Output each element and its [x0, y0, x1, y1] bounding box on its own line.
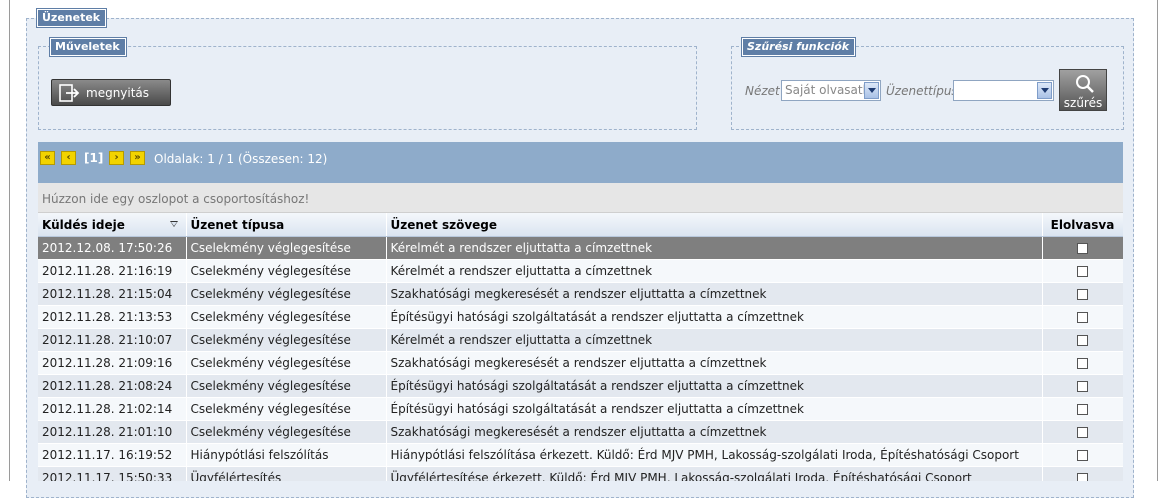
- cell-sent-time: 2012.11.28. 21:08:24: [38, 374, 187, 398]
- read-checkbox[interactable]: [1077, 427, 1088, 438]
- cell-sent-time: 2012.11.28. 21:02:14: [38, 397, 187, 421]
- cell-message-text: Szakhatósági megkeresését a rendszer elj…: [386, 282, 1043, 306]
- cell-read: [1042, 259, 1123, 283]
- cell-message-text: Ügyfélértesítése érkezett. Küldő: Érd MJ…: [386, 466, 1043, 481]
- cell-read: [1042, 351, 1123, 375]
- cell-message-text: Kérelmét a rendszer eljuttatta a címzett…: [386, 236, 1043, 260]
- sort-descending-icon[interactable]: [169, 221, 178, 227]
- cell-read: [1042, 328, 1123, 352]
- cell-message-type: Cselekmény véglegesítése: [186, 305, 387, 329]
- messages-table: Küldés ideje Üzenet típusa Üzenet szöveg…: [38, 213, 1123, 481]
- cell-sent-time: 2012.11.28. 21:13:53: [38, 305, 187, 329]
- column-header-sent-time[interactable]: Küldés ideje: [38, 213, 187, 237]
- cell-sent-time: 2012.11.28. 21:16:19: [38, 259, 187, 283]
- column-header-message-text[interactable]: Üzenet szövege: [386, 213, 1043, 237]
- filter-legend: Szűrési funkciók: [742, 38, 856, 56]
- read-checkbox[interactable]: [1077, 266, 1088, 277]
- cell-sent-time: 2012.11.28. 21:09:16: [38, 351, 187, 375]
- pager-bar: « ‹ [1] › » Oldalak: 1 / 1 (Összesen: 12…: [38, 142, 1123, 183]
- cell-message-type: Cselekmény véglegesítése: [186, 282, 387, 306]
- view-select-value: Saját olvasatl: [785, 83, 866, 97]
- cell-message-text: Kérelmét a rendszer eljuttatta a címzett…: [386, 328, 1043, 352]
- cell-message-text: Hiánypótlási felszólítása érkezett. Küld…: [386, 443, 1043, 467]
- table-row[interactable]: 2012.11.28. 21:13:53 Cselekmény végleges…: [38, 305, 1123, 329]
- cell-message-text: Építésügyi hatósági szolgáltatását a ren…: [386, 397, 1043, 421]
- read-checkbox[interactable]: [1077, 358, 1088, 369]
- read-checkbox[interactable]: [1077, 312, 1088, 323]
- cell-message-type: Cselekmény véglegesítése: [186, 259, 387, 283]
- filter-button-label: szűrés: [1063, 96, 1103, 110]
- read-checkbox[interactable]: [1077, 381, 1088, 392]
- cell-message-type: Cselekmény véglegesítése: [186, 420, 387, 444]
- cell-sent-time: 2012.12.08. 17:50:26: [38, 236, 187, 260]
- cell-read: [1042, 420, 1123, 444]
- chevron-down-icon[interactable]: [1037, 82, 1052, 99]
- filter-button[interactable]: szűrés: [1059, 69, 1107, 111]
- column-header-message-type[interactable]: Üzenet típusa: [186, 213, 387, 237]
- pager-info: Oldalak: 1 / 1 (Összesen: 12): [154, 152, 328, 166]
- open-document-icon: [59, 83, 80, 102]
- column-header-read[interactable]: Elolvasva: [1042, 213, 1123, 237]
- magnifier-icon: [1076, 75, 1094, 93]
- cell-message-type: Cselekmény véglegesítése: [186, 328, 387, 352]
- cell-sent-time: 2012.11.28. 21:15:04: [38, 282, 187, 306]
- table-row[interactable]: 2012.11.28. 21:15:04 Cselekmény végleges…: [38, 282, 1123, 306]
- table-row[interactable]: 2012.11.28. 21:01:10 Cselekmény végleges…: [38, 420, 1123, 444]
- table-row[interactable]: 2012.11.28. 21:16:19 Cselekmény végleges…: [38, 259, 1123, 283]
- open-button[interactable]: megnyitás: [51, 79, 171, 106]
- prev-page-button[interactable]: ‹: [61, 151, 76, 165]
- cell-message-text: Építésügyi hatósági szolgáltatását a ren…: [386, 305, 1043, 329]
- cell-sent-time: 2012.11.28. 21:01:10: [38, 420, 187, 444]
- table-row[interactable]: 2012.11.28. 21:10:07 Cselekmény végleges…: [38, 328, 1123, 352]
- cell-message-text: Szakhatósági megkeresését a rendszer elj…: [386, 420, 1043, 444]
- current-page[interactable]: [1]: [84, 151, 103, 165]
- cell-read: [1042, 466, 1123, 481]
- cell-read: [1042, 374, 1123, 398]
- next-page-button[interactable]: ›: [109, 151, 124, 165]
- table-row[interactable]: 2012.11.17. 16:19:52 Hiánypótlási felszó…: [38, 443, 1123, 467]
- messages-grid: « ‹ [1] › » Oldalak: 1 / 1 (Összesen: 12…: [38, 142, 1123, 481]
- last-page-button[interactable]: »: [130, 151, 145, 165]
- read-checkbox[interactable]: [1077, 450, 1088, 461]
- cell-message-type: Cselekmény véglegesítése: [186, 397, 387, 421]
- cell-message-type: Cselekmény véglegesítése: [186, 236, 387, 260]
- read-checkbox[interactable]: [1077, 404, 1088, 415]
- view-select[interactable]: Saját olvasatl: [781, 80, 881, 101]
- cell-read: [1042, 236, 1123, 260]
- chevron-down-icon[interactable]: [864, 82, 879, 99]
- operations-legend: Műveletek: [50, 38, 126, 56]
- view-label: Nézet: [745, 84, 780, 98]
- cell-read: [1042, 282, 1123, 306]
- cell-read: [1042, 443, 1123, 467]
- cell-message-type: Ügyfélértesítés: [186, 466, 387, 481]
- cell-sent-time: 2012.11.28. 21:10:07: [38, 328, 187, 352]
- table-row[interactable]: 2012.11.28. 21:02:14 Cselekmény végleges…: [38, 397, 1123, 421]
- group-by-hint: Húzzon ide egy oszlopot a csoportosításh…: [42, 192, 310, 206]
- message-type-select[interactable]: [953, 80, 1054, 101]
- read-checkbox[interactable]: [1077, 473, 1088, 481]
- messages-legend: Üzenetek: [37, 9, 107, 27]
- cell-message-type: Cselekmény véglegesítése: [186, 351, 387, 375]
- cell-sent-time: 2012.11.17. 16:19:52: [38, 443, 187, 467]
- read-checkbox[interactable]: [1077, 335, 1088, 346]
- group-by-drop-area[interactable]: Húzzon ide egy oszlopot a csoportosításh…: [38, 183, 1123, 213]
- cell-message-text: Kérelmét a rendszer eljuttatta a címzett…: [386, 259, 1043, 283]
- cell-read: [1042, 305, 1123, 329]
- table-row[interactable]: 2012.11.28. 21:08:24 Cselekmény végleges…: [38, 374, 1123, 398]
- table-row[interactable]: 2012.12.08. 17:50:26 Cselekmény végleges…: [38, 236, 1123, 260]
- read-checkbox[interactable]: [1077, 289, 1088, 300]
- message-type-label: Üzenettípus: [886, 84, 958, 98]
- cell-message-text: Szakhatósági megkeresését a rendszer elj…: [386, 351, 1043, 375]
- read-checkbox[interactable]: [1077, 243, 1088, 254]
- cell-message-type: Hiánypótlási felszólítás: [186, 443, 387, 467]
- cell-message-type: Cselekmény véglegesítése: [186, 374, 387, 398]
- cell-message-text: Építésügyi hatósági szolgáltatását a ren…: [386, 374, 1043, 398]
- cell-sent-time: 2012.11.17. 15:50:33: [38, 466, 187, 481]
- open-button-label: megnyitás: [86, 85, 150, 100]
- table-header-row: Küldés ideje Üzenet típusa Üzenet szöveg…: [38, 213, 1123, 237]
- first-page-button[interactable]: «: [40, 151, 55, 165]
- table-row[interactable]: 2012.11.28. 21:09:16 Cselekmény végleges…: [38, 351, 1123, 375]
- table-row[interactable]: 2012.11.17. 15:50:33 Ügyfélértesítés Ügy…: [38, 466, 1123, 481]
- cell-read: [1042, 397, 1123, 421]
